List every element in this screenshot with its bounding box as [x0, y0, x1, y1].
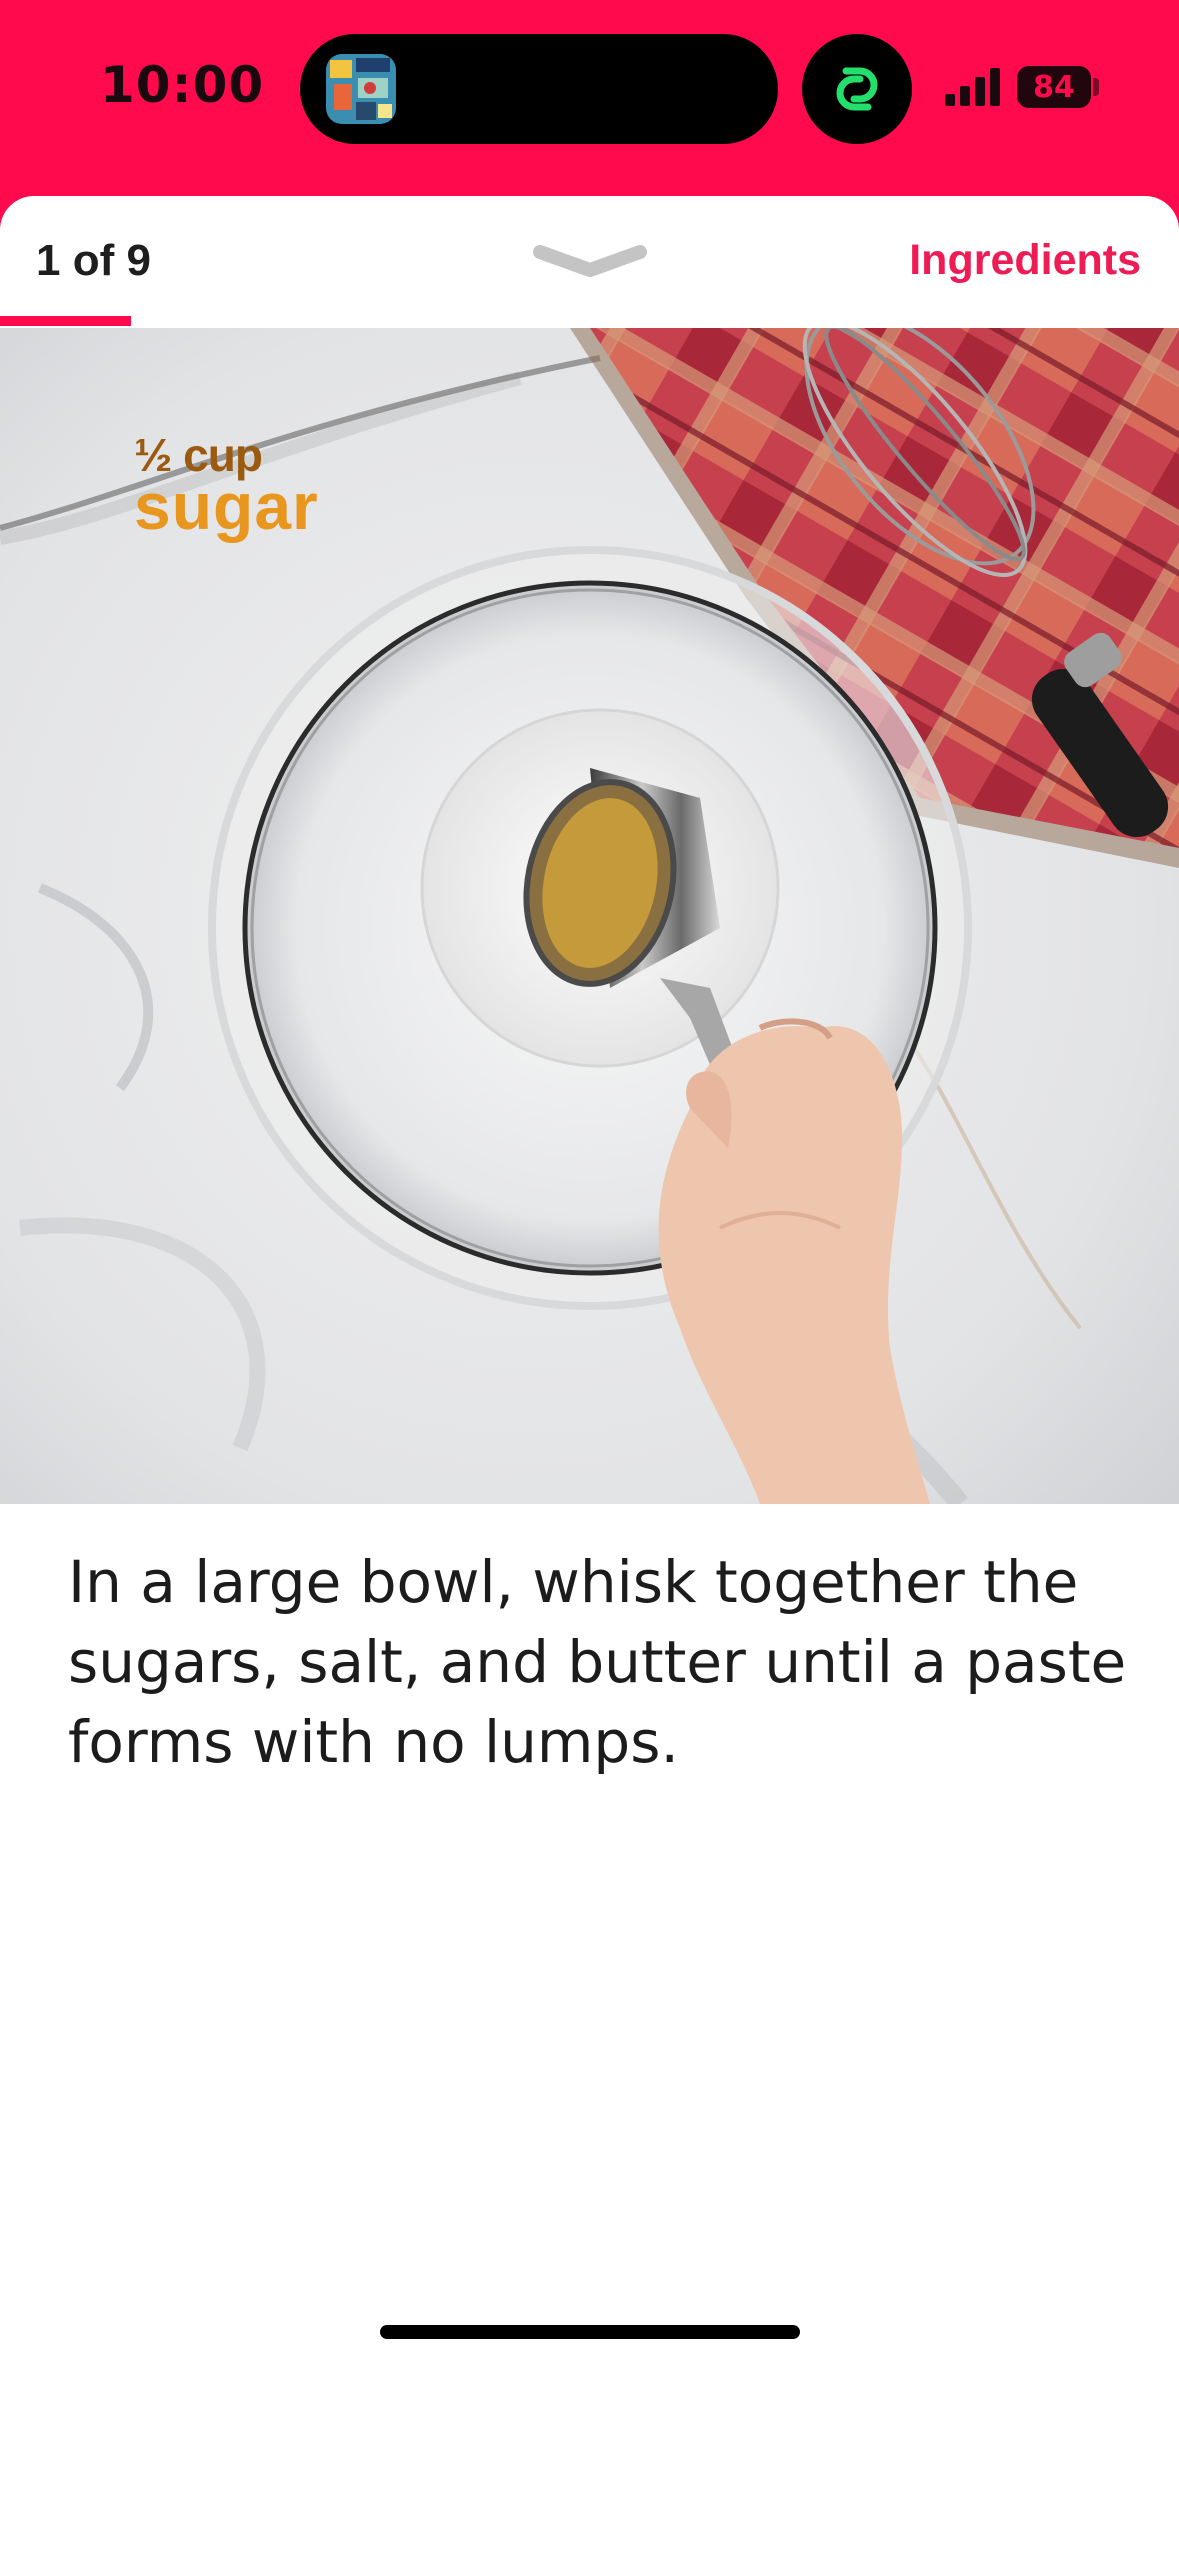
step-instruction: In a large bowl, whisk together the suga…: [68, 1548, 1127, 1776]
ingredient-name-overlay: sugar: [134, 469, 319, 543]
step-video[interactable]: ½ cup sugar: [0, 328, 1179, 1504]
status-time: 10:00: [100, 56, 265, 114]
battery-level: 84: [1033, 69, 1075, 105]
recipe-step-sheet: 1 of 9 Ingredients ½ cup sugar In a larg…: [0, 196, 1179, 2556]
sheet-header: 1 of 9 Ingredients: [0, 196, 1179, 328]
album-art-icon[interactable]: [326, 54, 396, 124]
battery-icon: 84: [1017, 66, 1091, 108]
link-rings-icon[interactable]: [802, 34, 912, 144]
home-indicator[interactable]: [380, 2325, 800, 2339]
step-progress-fill: [0, 316, 131, 326]
dynamic-island[interactable]: [300, 34, 778, 144]
battery-cap: [1093, 78, 1099, 96]
cellular-signal-icon: [945, 68, 1000, 106]
chevron-down-icon[interactable]: [532, 242, 648, 282]
step-counter: 1 of 9: [36, 236, 151, 285]
step-progress-bar: [0, 316, 1179, 326]
status-bar: 10:00 84: [0, 0, 1179, 196]
ingredients-button[interactable]: Ingredients: [909, 236, 1141, 285]
